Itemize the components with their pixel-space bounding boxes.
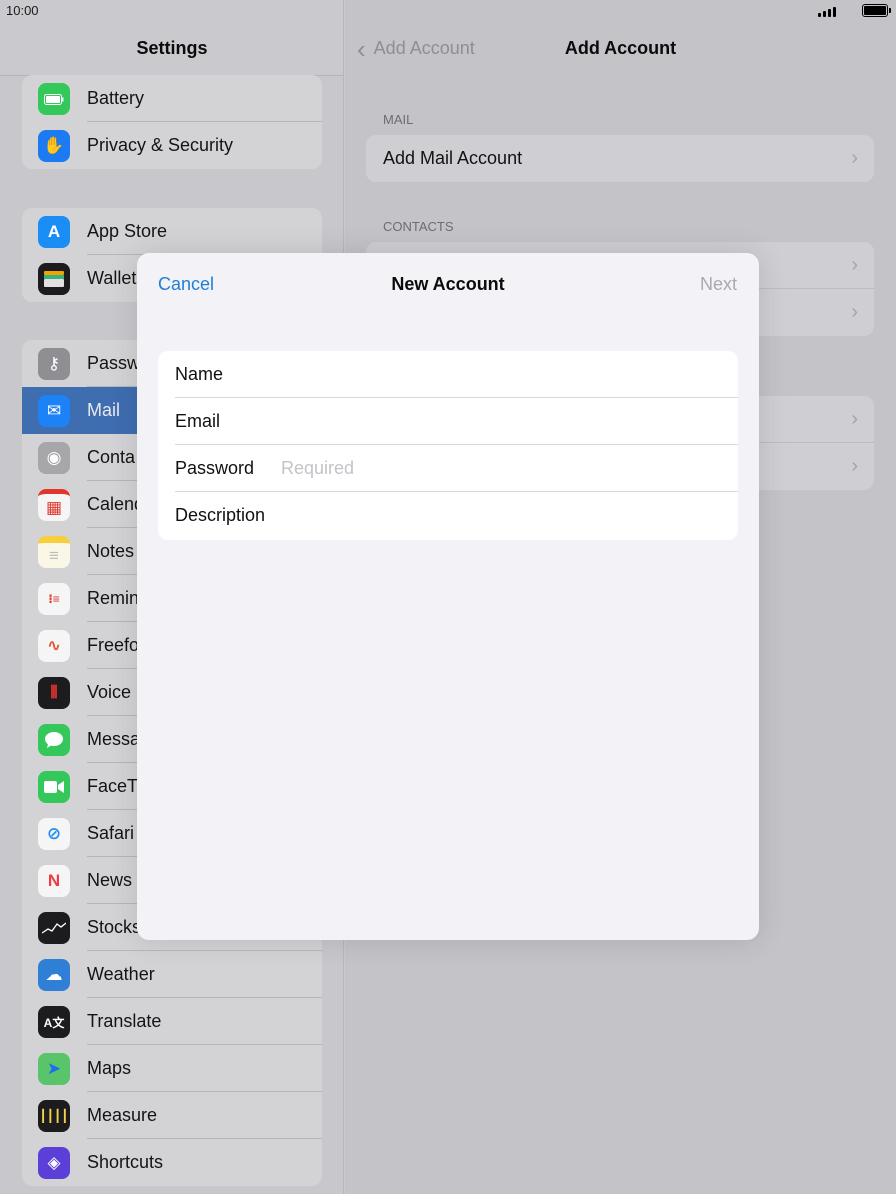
- sidebar-item-label: Safari: [87, 823, 135, 843]
- sidebar-item-label: Messa: [87, 729, 141, 749]
- sidebar-item-label: Conta: [87, 447, 136, 467]
- account-form: Name Email Password Description: [158, 351, 738, 540]
- sidebar-item-maps[interactable]: ➤ Maps: [22, 1045, 322, 1092]
- chevron-right-icon: ›: [851, 254, 858, 276]
- hand-icon: ✋: [38, 130, 70, 162]
- settings-group-system: Battery ✋ Privacy & Security: [22, 75, 322, 169]
- sidebar-item-label: Notes: [87, 541, 135, 561]
- key-icon: ⚷: [38, 348, 70, 380]
- password-field-row: Password: [158, 445, 738, 492]
- wallet-icon: [38, 263, 70, 295]
- description-field[interactable]: [286, 502, 724, 529]
- translate-icon: A文: [38, 1006, 70, 1038]
- description-field-row: Description: [158, 492, 738, 539]
- sidebar-item-label: Remin: [87, 588, 140, 608]
- sidebar-item-label: Privacy & Security: [87, 135, 234, 155]
- safari-icon: ⊘: [38, 818, 70, 850]
- calendar-icon: ▦: [38, 489, 70, 521]
- contacts-icon: ◉: [38, 442, 70, 474]
- password-label: Password: [175, 458, 255, 478]
- description-label: Description: [175, 505, 266, 525]
- sidebar-item-label: Shortcuts: [87, 1152, 164, 1172]
- sidebar-item-label: Passw: [87, 353, 141, 373]
- password-field[interactable]: [281, 455, 724, 482]
- messages-icon: [38, 724, 70, 756]
- section-header-contacts: CONTACTS: [383, 219, 454, 234]
- sidebar-item-label: Weather: [87, 964, 155, 984]
- battery-icon: [38, 83, 70, 115]
- notes-icon: ≡: [38, 536, 70, 568]
- news-icon: N: [38, 865, 70, 897]
- stocks-icon: [38, 912, 70, 944]
- measure-icon: ┃┃┃┃: [38, 1100, 70, 1132]
- name-field[interactable]: [281, 361, 724, 388]
- sidebar-item-label: Mail: [87, 400, 121, 420]
- weather-icon: ☁: [38, 959, 70, 991]
- app-store-icon: A: [38, 216, 70, 248]
- sidebar-item-label: Calend: [87, 494, 145, 514]
- email-label: Email: [175, 411, 221, 431]
- sidebar-item-measure[interactable]: ┃┃┃┃ Measure: [22, 1092, 322, 1139]
- sidebar-item-label: Measure: [87, 1105, 158, 1125]
- status-time: 10:00: [6, 3, 39, 18]
- sidebar-item-shortcuts[interactable]: ◈ Shortcuts: [22, 1139, 322, 1186]
- sidebar-item-label: Battery: [87, 88, 145, 108]
- sidebar-item-privacy[interactable]: ✋ Privacy & Security: [22, 122, 322, 169]
- mail-group: Add Mail Account ›: [366, 135, 874, 182]
- sidebar-item-label: FaceTi: [87, 776, 142, 796]
- voice-memos-icon: ⦀: [38, 677, 70, 709]
- name-field-row: Name: [158, 351, 738, 398]
- next-button[interactable]: Next: [700, 274, 737, 295]
- reminders-icon: ⁝≡: [38, 583, 70, 615]
- sidebar-item-label: Wallet: [87, 268, 137, 288]
- sidebar-item-label: Freefo: [87, 635, 140, 655]
- sidebar-item-app-store[interactable]: A App Store: [22, 208, 322, 255]
- chevron-right-icon: ›: [851, 301, 858, 323]
- email-field[interactable]: [281, 408, 724, 435]
- sidebar-item-translate[interactable]: A文 Translate: [22, 998, 322, 1045]
- maps-icon: ➤: [38, 1053, 70, 1085]
- freeform-icon: ∿: [38, 630, 70, 662]
- page-title: Add Account: [564, 38, 677, 58]
- email-field-row: Email: [158, 398, 738, 445]
- new-account-sheet: Cancel New Account Next Name Email Passw…: [137, 253, 759, 940]
- chevron-right-icon: ›: [851, 147, 858, 169]
- sheet-title: New Account: [391, 274, 505, 294]
- mail-icon: ✉: [38, 395, 70, 427]
- add-mail-account-row[interactable]: Add Mail Account ›: [366, 135, 874, 182]
- status-bar: 10:00: [0, 0, 896, 22]
- section-header-mail: MAIL: [383, 112, 414, 127]
- sidebar-item-label: Maps: [87, 1058, 132, 1078]
- sidebar-item-label: Stocks: [87, 917, 142, 937]
- sidebar-item-battery[interactable]: Battery: [22, 75, 322, 122]
- sidebar-item-label: Translate: [87, 1011, 162, 1031]
- name-label: Name: [175, 364, 224, 384]
- battery-status-icon: [862, 4, 891, 17]
- shortcuts-icon: ◈: [38, 1147, 70, 1179]
- sidebar-item-weather[interactable]: ☁ Weather: [22, 951, 322, 998]
- facetime-icon: [38, 771, 70, 803]
- settings-title: Settings: [136, 38, 208, 58]
- sidebar-item-label: Voice: [87, 682, 132, 702]
- chevron-right-icon: ›: [851, 408, 858, 430]
- sidebar-item-label: App Store: [87, 221, 168, 241]
- cellular-signal-icon: [818, 6, 838, 17]
- row-label: Add Mail Account: [383, 148, 523, 168]
- sidebar-item-label: News: [87, 870, 133, 890]
- chevron-right-icon: ›: [851, 455, 858, 477]
